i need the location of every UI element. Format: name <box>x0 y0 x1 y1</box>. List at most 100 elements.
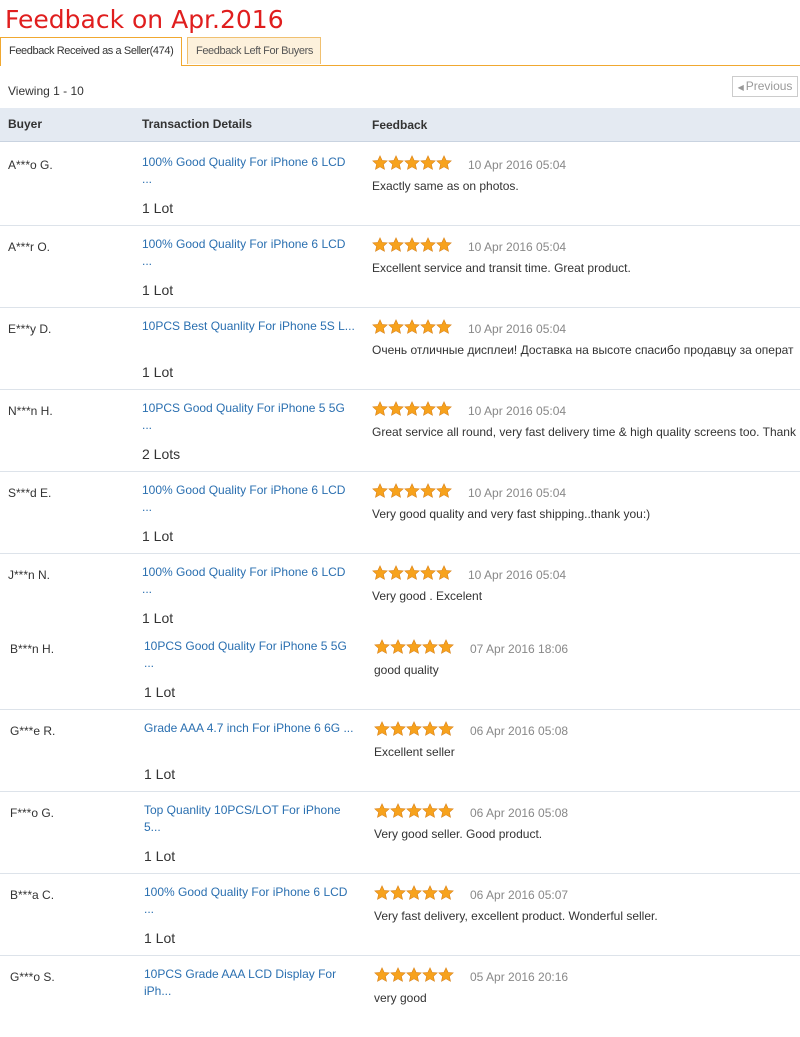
star-icon <box>436 565 452 580</box>
star-rating <box>374 639 454 654</box>
feedback-date: 10 Apr 2016 05:04 <box>468 404 567 418</box>
star-icon <box>404 565 420 580</box>
product-link[interactable]: 100% Good Quality For iPhone 6 LCD ... <box>144 884 359 918</box>
feedback-date: 10 Apr 2016 05:04 <box>468 158 567 172</box>
buyer-name: A***o G. <box>8 158 53 172</box>
star-rating <box>374 967 454 982</box>
star-icon <box>406 639 422 654</box>
feedback-date: 10 Apr 2016 05:04 <box>468 240 567 254</box>
star-icon <box>438 885 454 900</box>
quantity: 1 Lot <box>144 684 176 700</box>
star-icon <box>436 319 452 334</box>
star-icon <box>404 401 420 416</box>
star-icon <box>420 483 436 498</box>
quantity: 1 Lot <box>142 610 174 626</box>
table-row: B***a C. 100% Good Quality For iPhone 6 L… <box>0 873 800 956</box>
product-link[interactable]: 10PCS Grade AAA LCD Display For iPh... <box>144 966 359 1000</box>
star-icon <box>438 803 454 818</box>
star-icon <box>372 565 388 580</box>
quantity: 1 Lot <box>144 848 176 864</box>
product-link[interactable]: 100% Good Quality For iPhone 6 LCD ... <box>142 236 357 270</box>
star-icon <box>404 319 420 334</box>
feedback-date: 06 Apr 2016 05:08 <box>470 806 569 820</box>
product-link[interactable]: 10PCS Good Quality For iPhone 5 5G ... <box>142 400 357 434</box>
star-icon <box>404 483 420 498</box>
star-icon <box>422 885 438 900</box>
quantity: 1 Lot <box>142 282 174 298</box>
star-rating <box>374 721 454 736</box>
feedback-comment: Excellent service and transit time. Grea… <box>372 261 631 275</box>
quantity: 1 Lot <box>142 528 174 544</box>
feedback-date: 10 Apr 2016 05:04 <box>468 486 567 500</box>
quantity: 1 Lot <box>144 930 176 946</box>
buyer-name: A***r O. <box>8 240 51 254</box>
table-row: E***y D. 10PCS Best Quanlity For iPhone 5… <box>0 307 800 390</box>
table-row: A***o G. 100% Good Quality For iPhone 6 L… <box>0 143 800 226</box>
star-icon <box>420 155 436 170</box>
quantity: 1 Lot <box>144 766 176 782</box>
product-link[interactable]: 10PCS Best Quanlity For iPhone 5S L... <box>142 318 357 335</box>
feedback-date: 07 Apr 2016 18:06 <box>470 642 569 656</box>
star-icon <box>372 401 388 416</box>
star-icon <box>420 237 436 252</box>
star-rating <box>374 885 454 900</box>
product-link[interactable]: Top Quanlity 10PCS/LOT For iPhone 5... <box>144 802 359 836</box>
star-icon <box>404 155 420 170</box>
table-header: Buyer Transaction Details Feedback <box>0 108 800 142</box>
star-icon <box>388 483 404 498</box>
previous-page-button[interactable]: ◀ Previous <box>732 76 798 97</box>
buyer-name: J***n N. <box>8 568 51 582</box>
star-icon <box>420 319 436 334</box>
feedback-comment: very good <box>374 991 427 1005</box>
product-link[interactable]: Grade AAA 4.7 inch For iPhone 6 6G ... <box>144 720 359 737</box>
feedback-comment: Excellent seller <box>374 745 455 759</box>
quantity: 2 Lots <box>142 446 181 462</box>
buyer-name: B***n H. <box>10 642 55 656</box>
table-row: J***n N. 100% Good Quality For iPhone 6 L… <box>0 553 800 635</box>
star-icon <box>438 721 454 736</box>
star-icon <box>388 401 404 416</box>
table-row: B***n H. 10PCS Good Quality For iPhone 5 … <box>0 627 800 710</box>
product-link[interactable]: 10PCS Good Quality For iPhone 5 5G ... <box>144 638 359 672</box>
star-icon <box>422 721 438 736</box>
product-link[interactable]: 100% Good Quality For iPhone 6 LCD ... <box>142 564 357 598</box>
star-icon <box>438 639 454 654</box>
feedback-comment: Very fast delivery, excellent product. W… <box>374 909 658 923</box>
star-icon <box>374 885 390 900</box>
feedback-date: 10 Apr 2016 05:04 <box>468 568 567 582</box>
star-icon <box>420 401 436 416</box>
star-icon <box>388 565 404 580</box>
star-icon <box>422 967 438 982</box>
star-icon <box>436 401 452 416</box>
product-link[interactable]: 100% Good Quality For iPhone 6 LCD ... <box>142 482 357 516</box>
star-icon <box>372 483 388 498</box>
star-icon <box>436 483 452 498</box>
star-icon <box>406 721 422 736</box>
buyer-name: S***d E. <box>8 486 52 500</box>
star-icon <box>406 967 422 982</box>
star-icon <box>390 967 406 982</box>
star-rating <box>372 401 452 416</box>
star-icon <box>374 639 390 654</box>
table-row: A***r O. 100% Good Quality For iPhone 6 L… <box>0 225 800 308</box>
feedback-comment: Exactly same as on photos. <box>372 179 519 193</box>
buyer-name: G***o S. <box>10 970 55 984</box>
feedback-date: 10 Apr 2016 05:04 <box>468 322 567 336</box>
star-icon <box>388 237 404 252</box>
feedback-comment: Очень отличные дисплеи! Доставка на высо… <box>372 343 794 357</box>
feedback-comment: Very good . Excelent <box>372 589 483 603</box>
product-link[interactable]: 100% Good Quality For iPhone 6 LCD ... <box>142 154 357 188</box>
star-icon <box>404 237 420 252</box>
star-icon <box>390 885 406 900</box>
star-icon <box>390 721 406 736</box>
feedback-date: 06 Apr 2016 05:07 <box>470 888 569 902</box>
tab-left-for-buyers[interactable]: Feedback Left For Buyers <box>187 37 321 64</box>
buyer-name: N***n H. <box>8 404 53 418</box>
table-row: F***o G. Top Quanlity 10PCS/LOT For iPhon… <box>0 791 800 874</box>
star-icon <box>390 639 406 654</box>
table-row: N***n H. 10PCS Good Quality For iPhone 5 … <box>0 389 800 472</box>
quantity: 1 Lot <box>142 200 174 216</box>
star-icon <box>422 639 438 654</box>
tab-received-as-seller[interactable]: Feedback Received as a Seller(474) <box>0 37 182 66</box>
star-icon <box>374 721 390 736</box>
